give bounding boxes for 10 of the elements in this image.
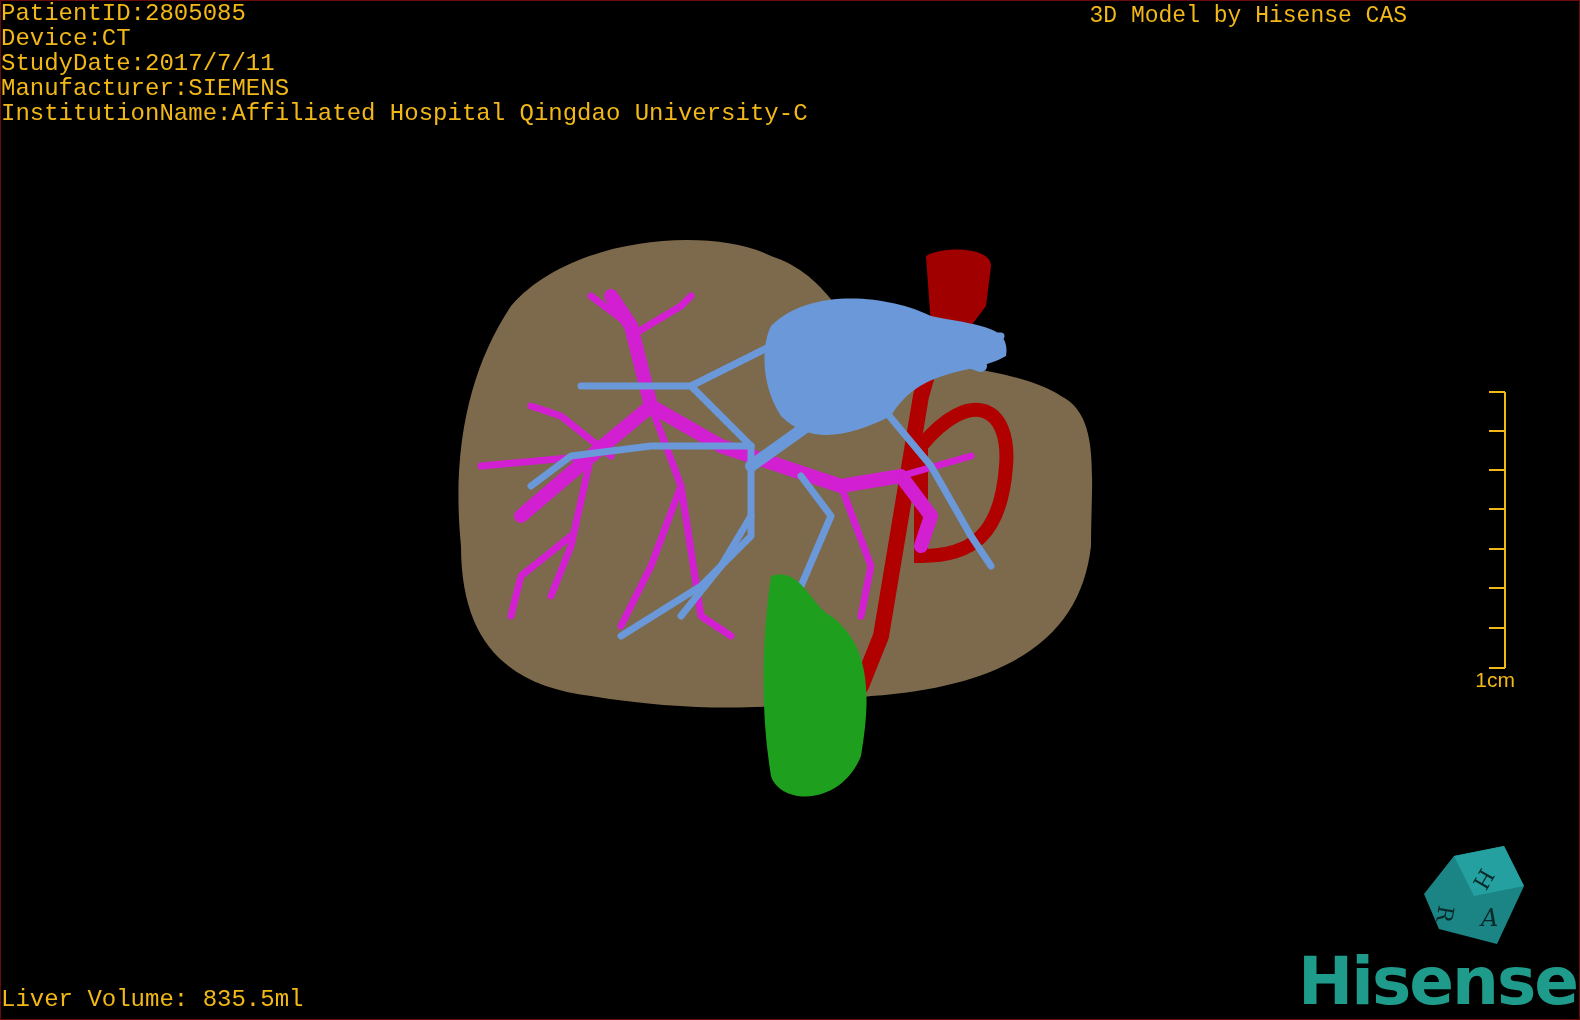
patient-info-text: InstitutionName:Affiliated Hospital Qingdao University-C [1,101,808,126]
patient-info-text: StudyDate:2017/7/11 [1,51,276,76]
scale-bar-label: 1cm [1475,669,1515,691]
brand-logo: Hisense [1298,949,1577,1015]
scale-bar-icon [1487,391,1507,669]
patient-info-text: Manufacturer:SIEMENS [1,76,291,101]
liver-volume-text: Liver Volume: 835.5ml [1,987,304,1013]
patient-info-text: PatientID:2805085 [1,1,247,26]
patient-info-text: Device:CT [1,26,132,51]
viewer-title: 3D Model by Hisense CAS [1089,2,1407,31]
